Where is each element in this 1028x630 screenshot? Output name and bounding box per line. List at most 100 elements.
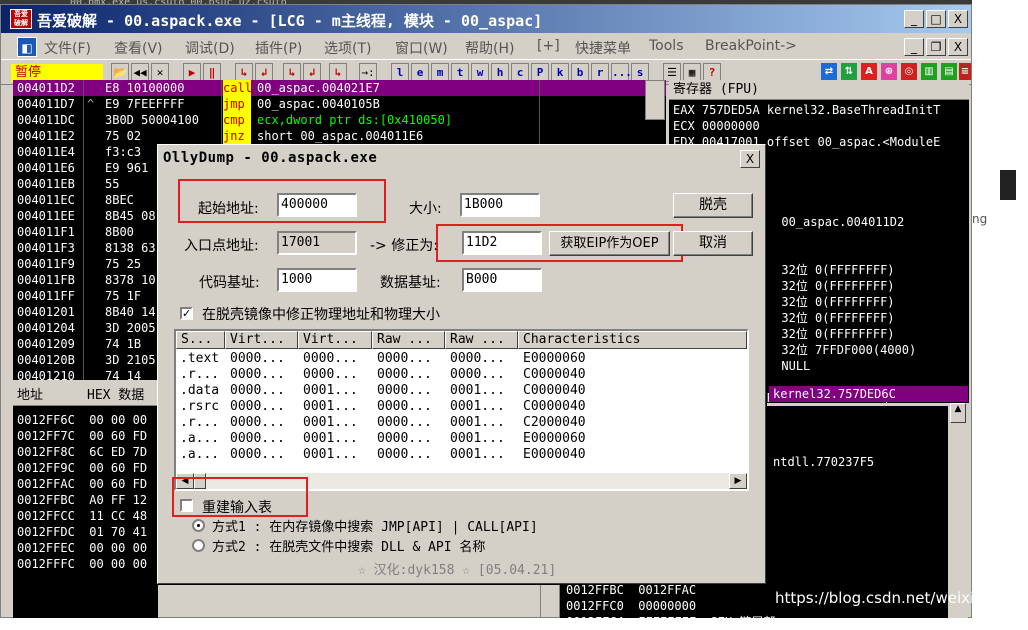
table-icon[interactable]: ▥ <box>921 63 937 80</box>
dump-row[interactable]: 0012FF8C 6C ED 7D <box>17 444 147 460</box>
font-icon[interactable]: A <box>861 63 877 80</box>
code-base-input[interactable]: 1000 <box>277 268 357 292</box>
section-row[interactable]: .data 0000... 0001... 0000... 0001... C000004… <box>176 383 747 399</box>
section-cell: 0000... <box>377 431 432 446</box>
menu-plugins[interactable]: 插件(P) <box>255 38 302 58</box>
data-base-input[interactable]: B000 <box>462 268 542 292</box>
dump-header-address[interactable]: 地址 <box>17 386 43 406</box>
menu-view[interactable]: 查看(V) <box>114 38 163 58</box>
col-header-raw-offset[interactable]: Raw ... <box>445 331 518 349</box>
size-input[interactable]: 1B000 <box>460 193 540 217</box>
col-header-virt-size[interactable]: Virt... <box>225 331 298 349</box>
cpu-address: 004011FF <box>17 289 75 303</box>
dialog-close-button[interactable]: X <box>740 150 760 168</box>
mdi-restore-button[interactable]: ❐ <box>926 38 946 56</box>
maximize-button[interactable]: □ <box>926 10 946 28</box>
menu-plus[interactable]: [+] <box>537 38 560 54</box>
target-icon[interactable]: ◎ <box>901 63 917 80</box>
cpu-jump-arrow <box>87 352 94 368</box>
dump-row[interactable]: 0012FFDC 01 70 41 <box>17 524 147 540</box>
cancel-button[interactable]: 取消 <box>673 231 753 256</box>
scroll-up-icon[interactable]: ▲ <box>950 403 966 423</box>
desktop-icon[interactable] <box>1000 170 1016 200</box>
col-header-raw-size[interactable]: Raw ... <box>372 331 445 349</box>
cpu-row[interactable]: 004011DC 3B0D 50004100 cmp ecx,dword ptr d… <box>13 112 666 128</box>
app-icon[interactable]: 吾爱 破解 <box>10 9 32 29</box>
dump-row[interactable]: 0012FFFC 00 00 00 <box>17 556 147 572</box>
section-cell: 0000... <box>377 383 432 398</box>
menu-icon[interactable]: ≡ <box>959 63 971 80</box>
dump-row[interactable]: 0012FFBC A0 FF 12 <box>17 492 147 508</box>
cpu-jump-arrow <box>87 288 94 304</box>
dump-row[interactable]: 0012FFCC 11 CC 48 <box>17 508 147 524</box>
menu-breakpoint[interactable]: BreakPoint-> <box>705 38 797 54</box>
section-cell: 0000... <box>377 399 432 414</box>
cpu-address: 004011F3 <box>17 241 75 255</box>
sort-icon[interactable]: ⇅ <box>841 63 857 80</box>
dump-row[interactable]: 0012FFAC 00 60 FD <box>17 476 147 492</box>
menu-debug[interactable]: 调试(D) <box>185 38 235 58</box>
col-header-section[interactable]: S... <box>176 331 225 349</box>
register-row[interactable]: ECX 00000000 <box>669 118 969 134</box>
mdi-child-icon[interactable]: ◧ <box>17 37 37 57</box>
cpu-scrollbar[interactable] <box>645 80 665 120</box>
section-row[interactable]: .text 0000... 0000... 0000... 0000... E000006… <box>176 351 747 367</box>
section-cell: 0001... <box>303 415 358 430</box>
plugin-icon[interactable]: ⊕ <box>881 63 897 80</box>
close-button[interactable]: X <box>948 10 968 28</box>
registers-scrollbar[interactable]: ▲ <box>948 403 968 618</box>
fix-oep-input[interactable]: 11D2 <box>462 231 542 255</box>
section-row[interactable]: .r... 0000... 0000... 0000... 0000... C000004… <box>176 367 747 383</box>
dialog-titlebar[interactable]: OllyDump - 00.aspack.exe X <box>161 148 762 170</box>
section-row[interactable]: .a... 0000... 0001... 0000... 0001... E000006… <box>176 431 747 447</box>
scroll-right-icon[interactable]: ▶ <box>729 473 747 489</box>
swap-icon[interactable]: ⇄ <box>821 63 837 80</box>
columns-icon[interactable]: ▤ <box>941 63 957 80</box>
cpu-hex: 74 14 <box>105 369 142 380</box>
method1-radio[interactable] <box>192 519 205 532</box>
dump-header-hex[interactable]: HEX 数据 <box>87 386 144 406</box>
menu-help[interactable]: 帮助(H) <box>465 38 514 58</box>
dump-row[interactable]: 0012FF7C 00 60 FD <box>17 428 147 444</box>
section-cell: 0000... <box>377 351 432 366</box>
section-cell: E0000040 <box>523 447 586 462</box>
cpu-address: 004011D7 <box>17 97 75 111</box>
cpu-operand: 00_aspac.004021E7 <box>257 81 380 95</box>
rebuild-import-checkbox[interactable] <box>180 499 193 512</box>
section-row[interactable]: .a... 0000... 0001... 0000... 0001... E000004… <box>176 447 747 463</box>
section-cell: .r... <box>180 415 220 430</box>
stack-row[interactable]: 0012FFC4 FFFFFFFF SEH 链尾部 <box>566 614 775 630</box>
window-titlebar[interactable]: 吾爱 破解 吾爱破解 - 00.aspack.exe - [LCG - m主线程,… <box>1 5 971 33</box>
dump-row[interactable]: 0012FF9C 00 60 FD <box>17 460 147 476</box>
col-header-virt-offset[interactable]: Virt... <box>298 331 372 349</box>
menu-options[interactable]: 选项(T) <box>324 38 371 58</box>
stack-highlight-row[interactable]: kernel32.757DED6C <box>769 386 968 402</box>
stack-row[interactable]: ntdll.770237F5 <box>773 454 874 470</box>
cpu-mnemonic: jnz <box>223 128 251 144</box>
memory-dump-pane[interactable]: 地址 HEX 数据 0012FF6C 00 00 00 0012FF7C 00 6… <box>13 386 158 618</box>
section-table[interactable]: S... Virt... Virt... Raw ... Raw ... Cha… <box>174 329 749 491</box>
cpu-row[interactable]: 004011D7 ^ E9 7FEEFFFF jmp 00_aspac.0040105B <box>13 96 666 112</box>
col-header-characteristics[interactable]: Characteristics <box>518 331 747 349</box>
start-address-input[interactable]: 400000 <box>277 193 357 217</box>
dump-row[interactable]: 0012FF6C 00 00 00 <box>17 412 147 428</box>
menu-tools[interactable]: Tools <box>649 38 684 54</box>
dump-row[interactable]: 0012FFEC 00 00 00 <box>17 540 147 556</box>
method2-radio[interactable] <box>192 539 205 552</box>
mdi-minimize-button[interactable]: _ <box>904 38 924 56</box>
section-row[interactable]: .r... 0000... 0001... 0000... 0001... C200004… <box>176 415 747 431</box>
section-row[interactable]: .rsrc 0000... 0001... 0000... 0001... C000004… <box>176 399 747 415</box>
stack-row[interactable]: 0012FFC0 00000000 <box>566 598 696 614</box>
get-eip-as-oep-button[interactable]: 获取EIP作为OEP <box>549 231 670 256</box>
menu-window[interactable]: 窗口(W) <box>395 38 448 58</box>
fix-physical-checkbox[interactable]: ✓ <box>180 307 193 320</box>
menu-shortcuts[interactable]: 快捷菜单 <box>575 38 631 58</box>
menu-file[interactable]: 文件(F) <box>44 38 91 58</box>
cpu-row[interactable]: 004011D2 E8 10100000 call 00_aspac.004021E… <box>13 80 666 96</box>
register-row[interactable]: EAX 757DED5A kernel32.BaseThreadInitT <box>669 102 969 118</box>
cpu-row[interactable]: 004011E2 75 02 jnz short 00_aspac.004011E6 <box>13 128 666 144</box>
minimize-button[interactable]: _ <box>904 10 924 28</box>
dump-button[interactable]: 脱壳 <box>673 193 753 218</box>
mdi-close-button[interactable]: X <box>948 38 968 56</box>
stack-row[interactable]: 0012FFBC 0012FFAC <box>566 582 696 598</box>
